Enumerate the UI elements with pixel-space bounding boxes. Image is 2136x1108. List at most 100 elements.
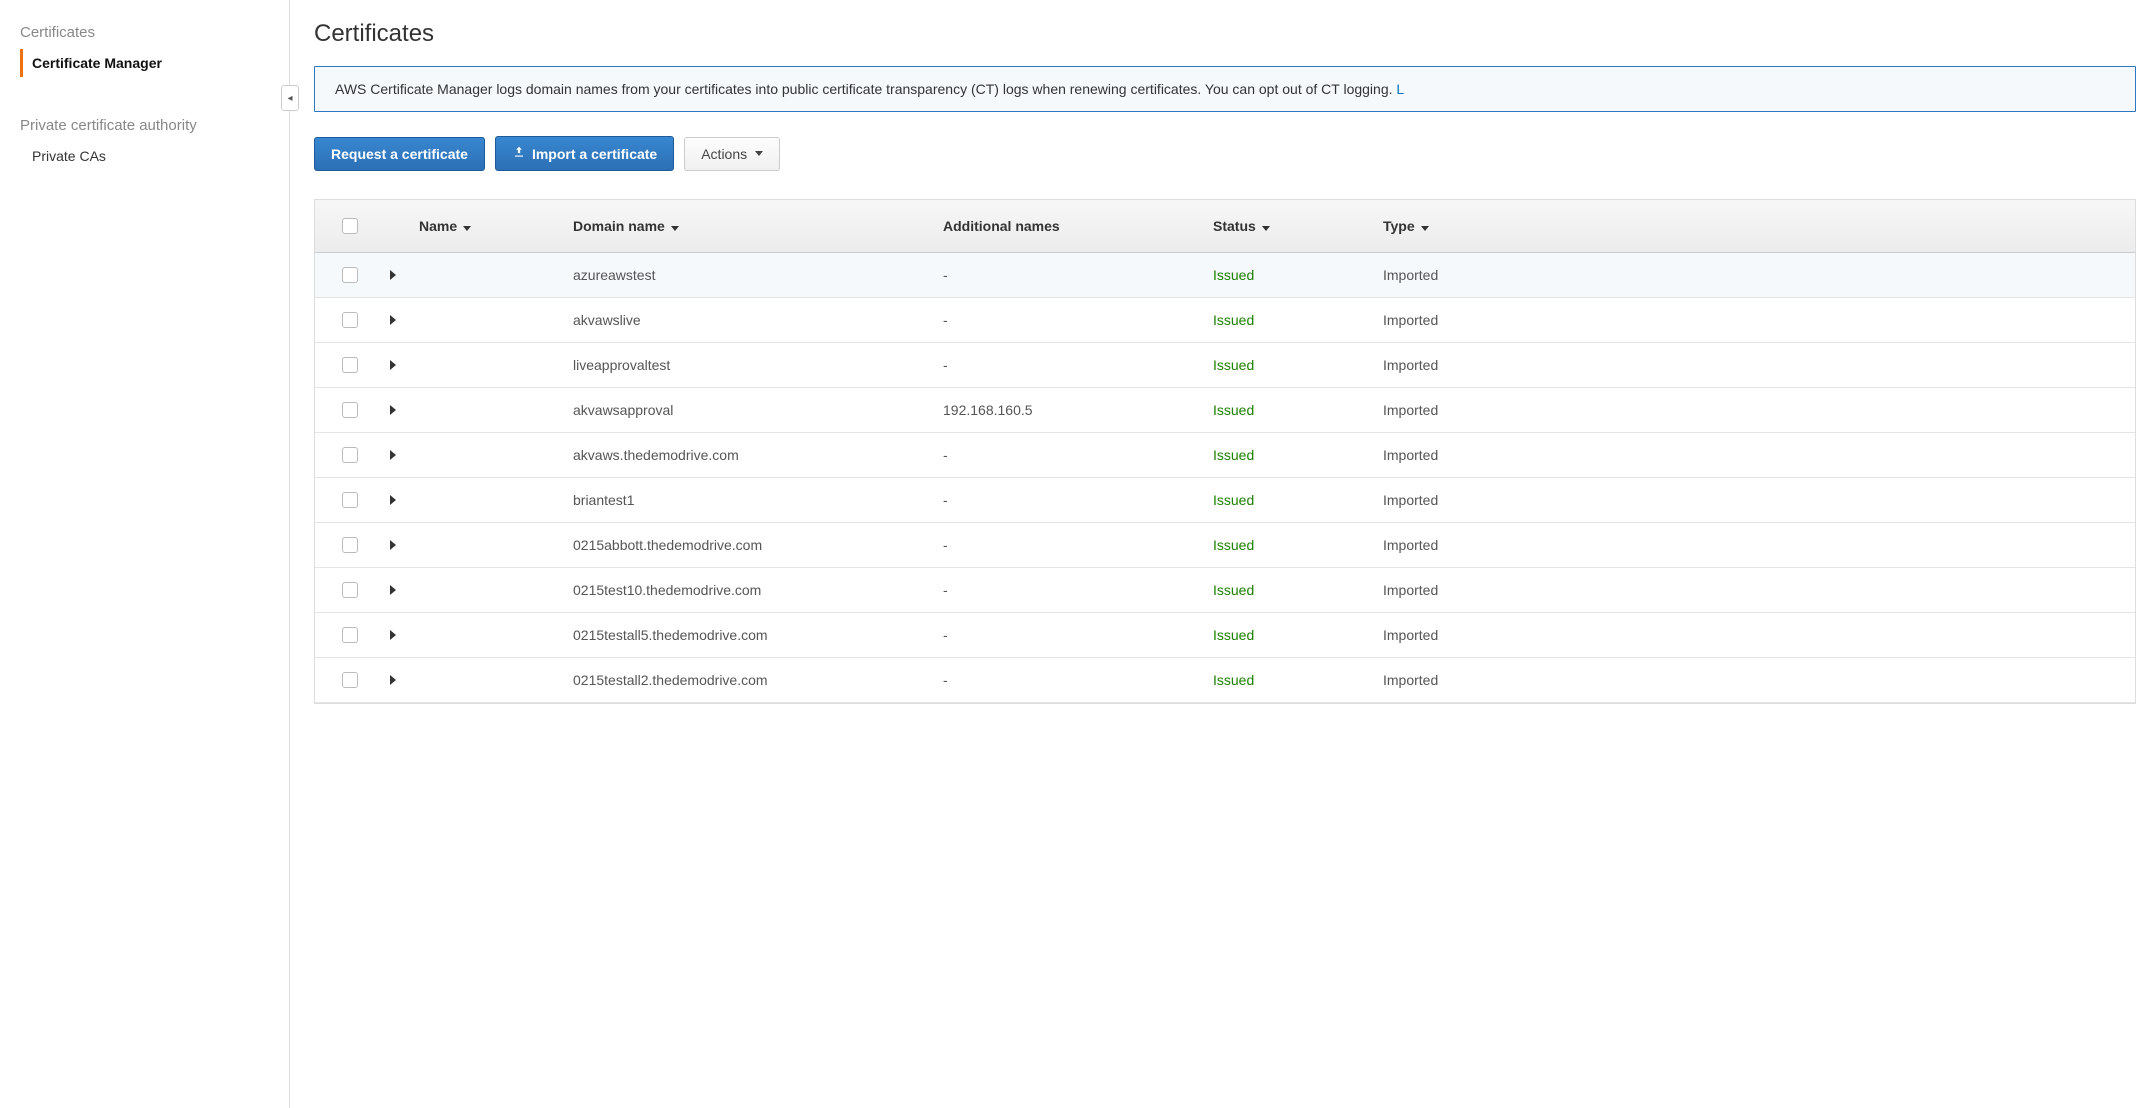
row-expand-toggle[interactable] — [373, 540, 413, 550]
cell-type: Imported — [1383, 267, 2123, 283]
header-additional: Additional names — [943, 218, 1213, 234]
cell-additional: - — [943, 312, 1213, 328]
table-row[interactable]: akvawslive-IssuedImported — [315, 298, 2135, 343]
cell-type: Imported — [1383, 357, 2123, 373]
checkbox-icon — [342, 492, 358, 508]
sidebar-header-certificates: Certificates — [20, 24, 269, 41]
button-label: Import a certificate — [532, 146, 657, 162]
row-checkbox[interactable] — [327, 402, 373, 418]
header-name[interactable]: Name — [413, 218, 573, 234]
cell-type: Imported — [1383, 672, 2123, 688]
header-type[interactable]: Type — [1383, 218, 2123, 234]
checkbox-icon — [342, 627, 358, 643]
cell-additional: - — [943, 447, 1213, 463]
button-label: Actions — [701, 146, 747, 162]
cell-type: Imported — [1383, 447, 2123, 463]
table-body: azureawstest-IssuedImportedakvawslive-Is… — [315, 253, 2135, 703]
cell-type: Imported — [1383, 537, 2123, 553]
caret-right-icon — [390, 540, 396, 550]
cell-status: Issued — [1213, 492, 1383, 508]
cell-status: Issued — [1213, 267, 1383, 283]
ct-logging-banner: AWS Certificate Manager logs domain name… — [314, 66, 2136, 112]
cell-domain: liveapprovaltest — [573, 357, 943, 373]
caret-right-icon — [390, 315, 396, 325]
row-expand-toggle[interactable] — [373, 630, 413, 640]
table-row[interactable]: akvaws.thedemodrive.com-IssuedImported — [315, 433, 2135, 478]
row-checkbox[interactable] — [327, 537, 373, 553]
cell-additional: - — [943, 582, 1213, 598]
table-row[interactable]: 0215testall5.thedemodrive.com-IssuedImpo… — [315, 613, 2135, 658]
cell-type: Imported — [1383, 312, 2123, 328]
upload-icon — [512, 145, 526, 162]
checkbox-icon — [342, 312, 358, 328]
caret-right-icon — [390, 630, 396, 640]
row-checkbox[interactable] — [327, 582, 373, 598]
cell-domain: 0215testall2.thedemodrive.com — [573, 672, 943, 688]
header-select-all[interactable] — [327, 218, 373, 234]
row-checkbox[interactable] — [327, 447, 373, 463]
row-checkbox[interactable] — [327, 672, 373, 688]
actions-dropdown-button[interactable]: Actions — [684, 137, 780, 171]
table-row[interactable]: liveapprovaltest-IssuedImported — [315, 343, 2135, 388]
sidebar-item-certificate-manager[interactable]: Certificate Manager — [20, 49, 269, 77]
table-row[interactable]: 0215test10.thedemodrive.com-IssuedImport… — [315, 568, 2135, 613]
sidebar-collapse-handle[interactable]: ◂ — [281, 85, 299, 111]
table-row[interactable]: briantest1-IssuedImported — [315, 478, 2135, 523]
table-row[interactable]: 0215testall2.thedemodrive.com-IssuedImpo… — [315, 658, 2135, 703]
cell-additional: - — [943, 537, 1213, 553]
cell-domain: briantest1 — [573, 492, 943, 508]
sort-caret-icon — [1421, 226, 1429, 231]
row-checkbox[interactable] — [327, 312, 373, 328]
checkbox-icon — [342, 447, 358, 463]
row-expand-toggle[interactable] — [373, 270, 413, 280]
caret-right-icon — [390, 495, 396, 505]
row-expand-toggle[interactable] — [373, 315, 413, 325]
banner-learn-more-link[interactable]: L — [1396, 81, 1404, 97]
sort-caret-icon — [1262, 226, 1270, 231]
row-expand-toggle[interactable] — [373, 360, 413, 370]
cell-domain: akvawsapproval — [573, 402, 943, 418]
header-domain[interactable]: Domain name — [573, 218, 943, 234]
row-checkbox[interactable] — [327, 492, 373, 508]
cell-domain: 0215testall5.thedemodrive.com — [573, 627, 943, 643]
cell-status: Issued — [1213, 357, 1383, 373]
table-row[interactable]: azureawstest-IssuedImported — [315, 253, 2135, 298]
cell-domain: akvaws.thedemodrive.com — [573, 447, 943, 463]
row-expand-toggle[interactable] — [373, 675, 413, 685]
cell-status: Issued — [1213, 312, 1383, 328]
header-status[interactable]: Status — [1213, 218, 1383, 234]
row-checkbox[interactable] — [327, 357, 373, 373]
table-row[interactable]: 0215abbott.thedemodrive.com-IssuedImport… — [315, 523, 2135, 568]
row-expand-toggle[interactable] — [373, 450, 413, 460]
cell-additional: - — [943, 672, 1213, 688]
table-row[interactable]: akvawsapproval192.168.160.5IssuedImporte… — [315, 388, 2135, 433]
sort-caret-icon — [671, 226, 679, 231]
row-checkbox[interactable] — [327, 267, 373, 283]
row-expand-toggle[interactable] — [373, 585, 413, 595]
cell-domain: azureawstest — [573, 267, 943, 283]
sort-caret-icon — [463, 226, 471, 231]
cell-type: Imported — [1383, 627, 2123, 643]
cell-additional: - — [943, 492, 1213, 508]
cell-additional: - — [943, 357, 1213, 373]
cell-status: Issued — [1213, 582, 1383, 598]
sidebar-item-label: Certificate Manager — [32, 55, 162, 71]
cell-status: Issued — [1213, 627, 1383, 643]
row-checkbox[interactable] — [327, 627, 373, 643]
cell-domain: 0215test10.thedemodrive.com — [573, 582, 943, 598]
cell-type: Imported — [1383, 402, 2123, 418]
checkbox-icon — [342, 537, 358, 553]
button-label: Request a certificate — [331, 146, 468, 162]
main-content: Certificates AWS Certificate Manager log… — [290, 0, 2136, 1108]
sidebar-item-private-cas[interactable]: Private CAs — [20, 142, 269, 170]
chevron-down-icon — [755, 151, 763, 156]
sidebar-section-certificates: Certificates Certificate Manager — [20, 24, 269, 77]
checkbox-icon — [342, 582, 358, 598]
row-expand-toggle[interactable] — [373, 495, 413, 505]
row-expand-toggle[interactable] — [373, 405, 413, 415]
caret-right-icon — [390, 360, 396, 370]
cell-additional: - — [943, 627, 1213, 643]
import-certificate-button[interactable]: Import a certificate — [495, 136, 674, 171]
cell-additional: 192.168.160.5 — [943, 402, 1213, 418]
request-certificate-button[interactable]: Request a certificate — [314, 137, 485, 171]
